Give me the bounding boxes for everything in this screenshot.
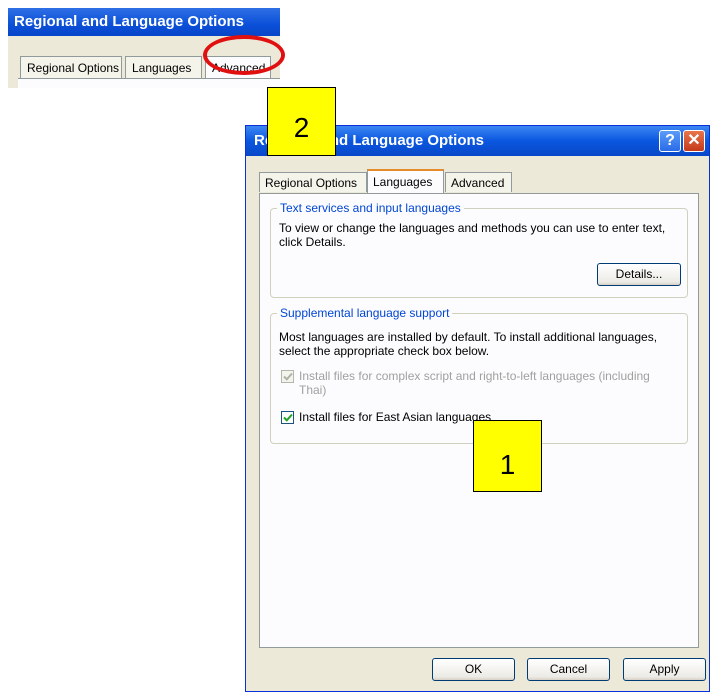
close-button[interactable]: ✕ <box>683 130 705 152</box>
supplemental-description: Most languages are installed by default.… <box>279 330 658 358</box>
supplemental-title: Supplemental language support <box>277 306 453 320</box>
text-services-description: To view or change the languages and meth… <box>279 221 666 249</box>
regional-language-dialog: Regional and Language Options ? ✕ Text s… <box>245 125 710 692</box>
text-services-group: Text services and input languages To vie… <box>270 201 688 298</box>
complex-script-option: Install files for complex script and rig… <box>281 369 679 399</box>
east-asian-label: Install files for East Asian languages <box>299 410 492 424</box>
cropped-window-title: Regional and Language Options <box>8 8 280 36</box>
complex-script-checkbox[interactable] <box>281 370 294 383</box>
east-asian-checkbox[interactable] <box>281 411 294 424</box>
tab-advanced[interactable]: Advanced <box>445 172 512 192</box>
help-button[interactable]: ? <box>659 130 681 152</box>
tab-regional-options[interactable]: Regional Options <box>259 172 367 192</box>
cropped-tab-regional-options[interactable]: Regional Options <box>20 56 122 78</box>
cancel-button[interactable]: Cancel <box>527 658 610 681</box>
cropped-tab-languages[interactable]: Languages <box>125 56 202 78</box>
cropped-panel-text <box>28 85 198 88</box>
apply-button[interactable]: Apply <box>623 658 706 681</box>
text-services-title: Text services and input languages <box>277 201 464 215</box>
highlight-ring <box>203 35 285 75</box>
complex-script-label: Install files for complex script and rig… <box>299 369 650 397</box>
tab-languages[interactable]: Languages <box>367 169 444 193</box>
ok-button[interactable]: OK <box>432 658 515 681</box>
cropped-tab-panel <box>18 78 280 88</box>
callout-step-1: 1 <box>473 420 542 492</box>
details-button[interactable]: Details... <box>597 263 681 286</box>
callout-step-2: 2 <box>267 87 336 156</box>
